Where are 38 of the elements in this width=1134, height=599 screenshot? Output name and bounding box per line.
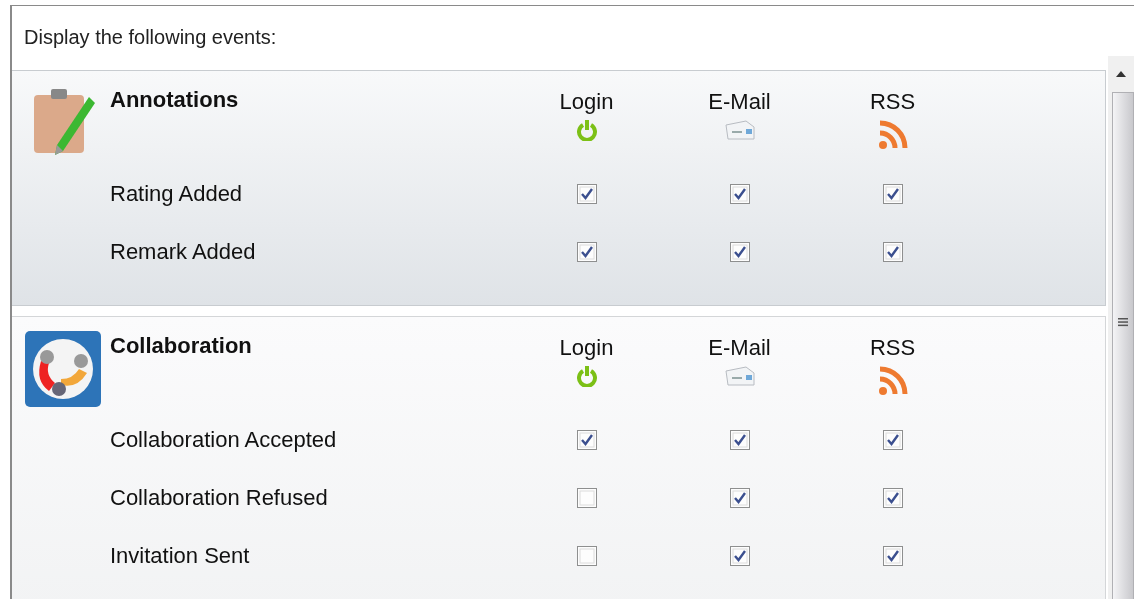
scrollbar[interactable] (1108, 56, 1134, 599)
checkbox[interactable] (576, 184, 597, 204)
section-title: Annotations (110, 86, 240, 114)
checkbox[interactable] (576, 488, 597, 508)
event-label: Remark Added (110, 239, 256, 265)
checkbox[interactable] (729, 242, 750, 262)
checkbox[interactable] (882, 184, 903, 204)
power-icon (575, 365, 598, 387)
column-header: Login (559, 89, 614, 115)
checkbox[interactable] (729, 488, 750, 508)
mail-card-icon (723, 119, 756, 141)
column-header: RSS (869, 89, 916, 115)
checkbox[interactable] (882, 546, 903, 566)
event-label: Rating Added (110, 181, 243, 207)
event-label: Collaboration Accepted (110, 427, 337, 453)
column-header: E-Mail (708, 89, 771, 115)
event-label: Collaboration Refused (110, 485, 328, 511)
checkbox[interactable] (729, 430, 750, 450)
checkbox[interactable] (882, 242, 903, 262)
checkbox[interactable] (576, 242, 597, 262)
column-header: E-Mail (708, 335, 771, 361)
heading-text: Display the following events: (23, 25, 278, 50)
mail-card-icon (723, 365, 756, 387)
checkbox[interactable] (882, 430, 903, 450)
event-label: Invitation Sent (110, 543, 250, 569)
column-header: RSS (869, 335, 916, 361)
column-header: Login (559, 335, 614, 361)
checkbox[interactable] (882, 488, 903, 508)
grip-icon (1118, 317, 1128, 327)
power-icon (575, 119, 598, 141)
checkbox[interactable] (576, 430, 597, 450)
checkbox[interactable] (729, 546, 750, 566)
scroll-thumb[interactable] (1112, 92, 1134, 599)
rss-icon (876, 119, 909, 151)
rss-icon (876, 365, 909, 397)
checkbox[interactable] (576, 546, 597, 566)
section-title: Collaboration (110, 332, 253, 360)
checkbox[interactable] (729, 184, 750, 204)
